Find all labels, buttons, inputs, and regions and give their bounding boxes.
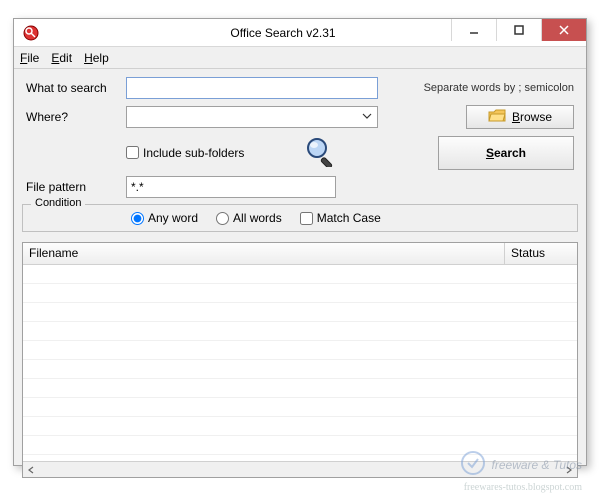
condition-fieldset: Condition Any word All words Match Case — [22, 204, 578, 232]
menubar: File Edit Help — [14, 47, 586, 69]
search-icon — [304, 135, 336, 170]
any-word-label: Any word — [148, 211, 198, 225]
search-button[interactable]: Search — [438, 136, 574, 170]
browse-button[interactable]: Browse — [466, 105, 574, 129]
app-icon — [22, 24, 40, 42]
hint-text: Separate words by ; semicolon — [424, 82, 574, 94]
minimize-button[interactable] — [451, 19, 496, 41]
all-words-radio[interactable]: All words — [216, 211, 282, 225]
menu-edit[interactable]: Edit — [51, 51, 72, 65]
what-label: What to search — [26, 81, 118, 95]
window-controls — [451, 19, 586, 41]
maximize-button[interactable] — [496, 19, 541, 41]
close-button[interactable] — [541, 19, 586, 41]
col-filename[interactable]: Filename — [23, 243, 505, 264]
search-label: Search — [486, 146, 526, 160]
pattern-label: File pattern — [26, 180, 118, 194]
col-status[interactable]: Status — [505, 243, 577, 264]
chevron-down-icon — [361, 110, 373, 125]
watermark-url: freewares-tutos.blogspot.com — [464, 482, 582, 493]
app-window: Office Search v2.31 File Edit Help What … — [13, 18, 587, 466]
scroll-left-icon[interactable] — [23, 462, 39, 478]
pattern-input[interactable] — [126, 176, 336, 198]
results-list[interactable]: Filename Status — [22, 242, 578, 478]
condition-legend: Condition — [31, 197, 85, 209]
results-header: Filename Status — [23, 243, 577, 265]
scroll-right-icon[interactable] — [561, 462, 577, 478]
menu-file[interactable]: File — [20, 51, 39, 65]
include-sub-input[interactable] — [126, 146, 139, 159]
match-case-label: Match Case — [317, 211, 381, 225]
all-words-label: All words — [233, 211, 282, 225]
match-case-checkbox[interactable]: Match Case — [300, 211, 381, 225]
menu-help[interactable]: Help — [84, 51, 109, 65]
what-input[interactable] — [126, 77, 378, 99]
folder-icon — [488, 109, 506, 126]
any-word-radio[interactable]: Any word — [131, 211, 198, 225]
results-body[interactable] — [23, 265, 577, 461]
include-sub-checkbox[interactable]: Include sub-folders — [126, 146, 244, 160]
horizontal-scrollbar[interactable] — [23, 461, 577, 477]
titlebar[interactable]: Office Search v2.31 — [14, 19, 586, 47]
include-sub-label: Include sub-folders — [143, 146, 244, 160]
where-label: Where? — [26, 110, 118, 124]
browse-label: Browse — [512, 110, 552, 124]
where-combo[interactable] — [126, 106, 378, 128]
search-form: What to search Separate words by ; semic… — [14, 69, 586, 204]
